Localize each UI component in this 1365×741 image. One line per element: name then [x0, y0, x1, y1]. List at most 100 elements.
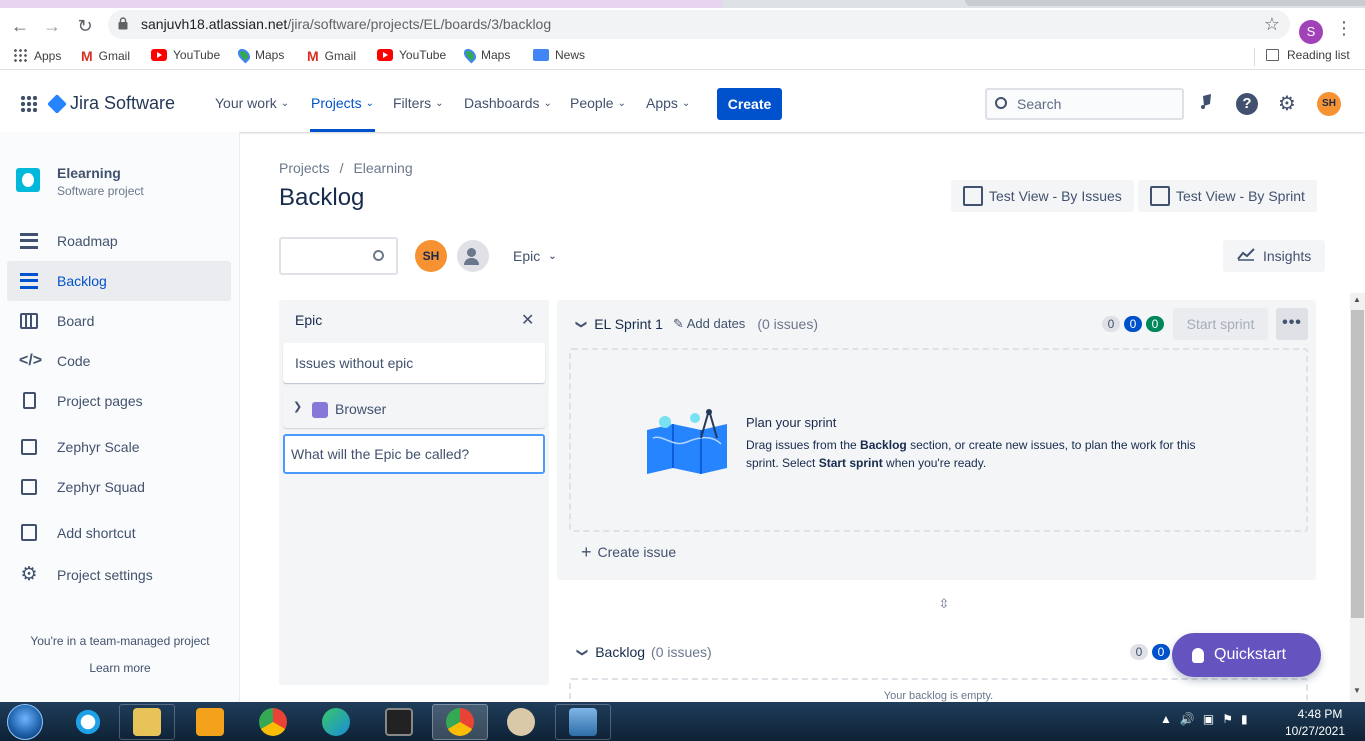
nav-filters[interactable]: Filters ⌄	[393, 95, 444, 111]
test-view-by-issues-button[interactable]: Test View - By Issues	[951, 180, 1134, 212]
sidebar-item-backlog[interactable]: Backlog	[7, 261, 231, 301]
done-count-badge: 0	[1146, 316, 1164, 332]
gear-icon[interactable]: ⚙	[1275, 92, 1299, 116]
nav-dashboards[interactable]: Dashboards ⌄	[464, 95, 552, 111]
sidebar-item-project-pages[interactable]: Project pages	[7, 381, 231, 421]
breadcrumb-projects[interactable]: Projects	[279, 160, 330, 176]
epic-item-browser[interactable]: ❯ Browser	[283, 388, 545, 428]
sidebar-item-board[interactable]: Board	[7, 301, 231, 341]
inactive-tab[interactable]	[965, 0, 1365, 6]
sidebar-item-project-settings[interactable]: ⚙ Project settings	[7, 555, 231, 595]
taskbar-chrome-active[interactable]	[432, 704, 488, 740]
bookmark-youtube-2[interactable]: YouTube	[377, 48, 446, 62]
backlog-search-input[interactable]	[279, 237, 398, 275]
user-avatar[interactable]: SH	[1317, 92, 1341, 116]
sprint-header[interactable]: ❯ EL Sprint 1 ✎ Add dates (0 issues)	[575, 316, 818, 332]
address-bar[interactable]: sanjuvh18.atlassian.net/jira/software/pr…	[108, 10, 1290, 39]
start-sprint-button[interactable]: Start sprint	[1173, 308, 1268, 340]
nav-your-work[interactable]: Your work ⌄	[215, 95, 289, 111]
backlog-header[interactable]: ❯ Backlog (0 issues)	[576, 644, 712, 660]
taskbar-ie[interactable]	[60, 704, 116, 740]
nav-apps[interactable]: Apps ⌄	[646, 95, 690, 111]
network-signal-icon[interactable]: ▮	[1241, 712, 1248, 726]
maps-icon	[461, 46, 479, 64]
volume-icon[interactable]: 🔊	[1180, 712, 1195, 726]
app-switcher-icon[interactable]	[20, 95, 38, 113]
breadcrumb-project[interactable]: Elearning	[353, 160, 412, 176]
system-tray: ▲ 🔊 ▣ ⚑ ▮	[1160, 712, 1248, 726]
project-name[interactable]: Elearning	[57, 165, 121, 181]
taskbar-explorer[interactable]	[119, 704, 175, 740]
back-arrow-icon[interactable]: ←	[8, 16, 32, 36]
chevron-down-icon[interactable]: ❯	[576, 647, 589, 656]
create-button[interactable]: Create	[717, 88, 782, 120]
windows-start-button[interactable]	[7, 704, 43, 740]
taskbar-photos[interactable]	[555, 704, 611, 740]
page-scrollbar[interactable]: ▲ ▼	[1350, 293, 1365, 702]
search-icon	[373, 250, 384, 261]
issues-without-epic[interactable]: Issues without epic	[283, 343, 545, 383]
sidebar-item-zephyr-scale[interactable]: Zephyr Scale	[7, 427, 231, 467]
active-tab[interactable]	[0, 0, 722, 8]
epic-filter-dropdown[interactable]: Epic ⌄	[513, 248, 557, 264]
taskbar-edge[interactable]	[308, 704, 364, 740]
help-icon[interactable]: ?	[1236, 93, 1258, 115]
sidebar-item-code[interactable]: </> Code	[7, 341, 231, 381]
scroll-down-arrow-icon[interactable]: ▼	[1353, 686, 1361, 695]
paint-palette-icon	[507, 708, 535, 736]
more-actions-button[interactable]: •••	[1276, 308, 1308, 340]
taskbar-paint[interactable]	[493, 704, 549, 740]
chevron-right-icon[interactable]: ❯	[293, 400, 302, 413]
add-dates-button[interactable]: ✎ Add dates	[673, 316, 745, 332]
new-epic-name-input[interactable]	[283, 434, 545, 474]
bookmark-news[interactable]: News	[533, 48, 585, 62]
taskbar-media-player[interactable]	[182, 704, 238, 740]
forward-arrow-icon[interactable]: →	[40, 16, 64, 36]
reading-list-button[interactable]: Reading list	[1266, 48, 1350, 62]
photo-viewer-icon	[569, 708, 597, 736]
sidebar-item-zephyr-squad[interactable]: Zephyr Squad	[7, 467, 231, 507]
nav-people[interactable]: People ⌄	[570, 95, 626, 111]
chevron-down-icon[interactable]: ❯	[575, 319, 588, 328]
notifications-icon[interactable]	[1195, 92, 1219, 116]
insights-button[interactable]: Insights	[1223, 240, 1325, 272]
page-icon	[19, 391, 39, 411]
tray-expand-icon[interactable]: ▲	[1160, 712, 1172, 726]
bookmark-gmail-2[interactable]: M Gmail	[307, 48, 356, 64]
browser-menu-icon[interactable]: ⋮	[1335, 18, 1353, 39]
bookmark-maps[interactable]: Maps	[235, 46, 284, 64]
taskbar-chrome[interactable]	[245, 704, 301, 740]
sidebar-item-add-shortcut[interactable]: Add shortcut	[7, 513, 231, 553]
learn-more-link[interactable]: Learn more	[0, 661, 240, 675]
bookmark-youtube[interactable]: YouTube	[151, 48, 220, 62]
add-people-icon[interactable]	[457, 240, 489, 272]
sidebar-item-roadmap[interactable]: Roadmap	[7, 221, 231, 261]
device-icon[interactable]: ▣	[1203, 712, 1214, 726]
browser-profile-avatar[interactable]: S	[1299, 20, 1323, 44]
close-icon[interactable]: ✕	[521, 310, 534, 330]
quickstart-button[interactable]: Quickstart	[1172, 633, 1321, 677]
clock-time[interactable]: 4:48 PM	[1290, 707, 1350, 721]
global-search[interactable]	[985, 88, 1184, 120]
create-issue-button[interactable]: + Create issue	[581, 543, 676, 561]
action-center-flag-icon[interactable]: ⚑	[1222, 712, 1233, 726]
jira-logo[interactable]: Jira Software	[47, 93, 175, 114]
zephyr-squad-icon	[19, 477, 39, 497]
reload-icon[interactable]: ↻	[73, 16, 97, 36]
bookmark-gmail[interactable]: M Gmail	[81, 48, 130, 64]
resize-handle-icon[interactable]: ⇳	[937, 596, 951, 612]
sprint-container: ❯ EL Sprint 1 ✎ Add dates (0 issues) 0 0…	[557, 300, 1316, 580]
scrollbar-thumb[interactable]	[1351, 310, 1364, 618]
taskbar-cmd[interactable]	[371, 704, 427, 740]
bookmark-maps-2[interactable]: Maps	[461, 46, 510, 64]
bookmark-star-icon[interactable]: ☆	[1264, 14, 1280, 35]
global-search-input[interactable]	[1017, 94, 1177, 114]
nav-projects[interactable]: Projects ⌄	[311, 95, 374, 111]
scroll-up-arrow-icon[interactable]: ▲	[1353, 295, 1361, 304]
apps-grid-icon	[13, 48, 28, 63]
assignee-avatar-filter[interactable]: SH	[415, 240, 447, 272]
chevron-down-icon: ⌄	[435, 97, 444, 109]
test-view-by-sprint-button[interactable]: Test View - By Sprint	[1138, 180, 1317, 212]
bookmark-apps[interactable]: Apps	[13, 48, 61, 63]
clock-date[interactable]: 10/27/2021	[1280, 724, 1350, 738]
